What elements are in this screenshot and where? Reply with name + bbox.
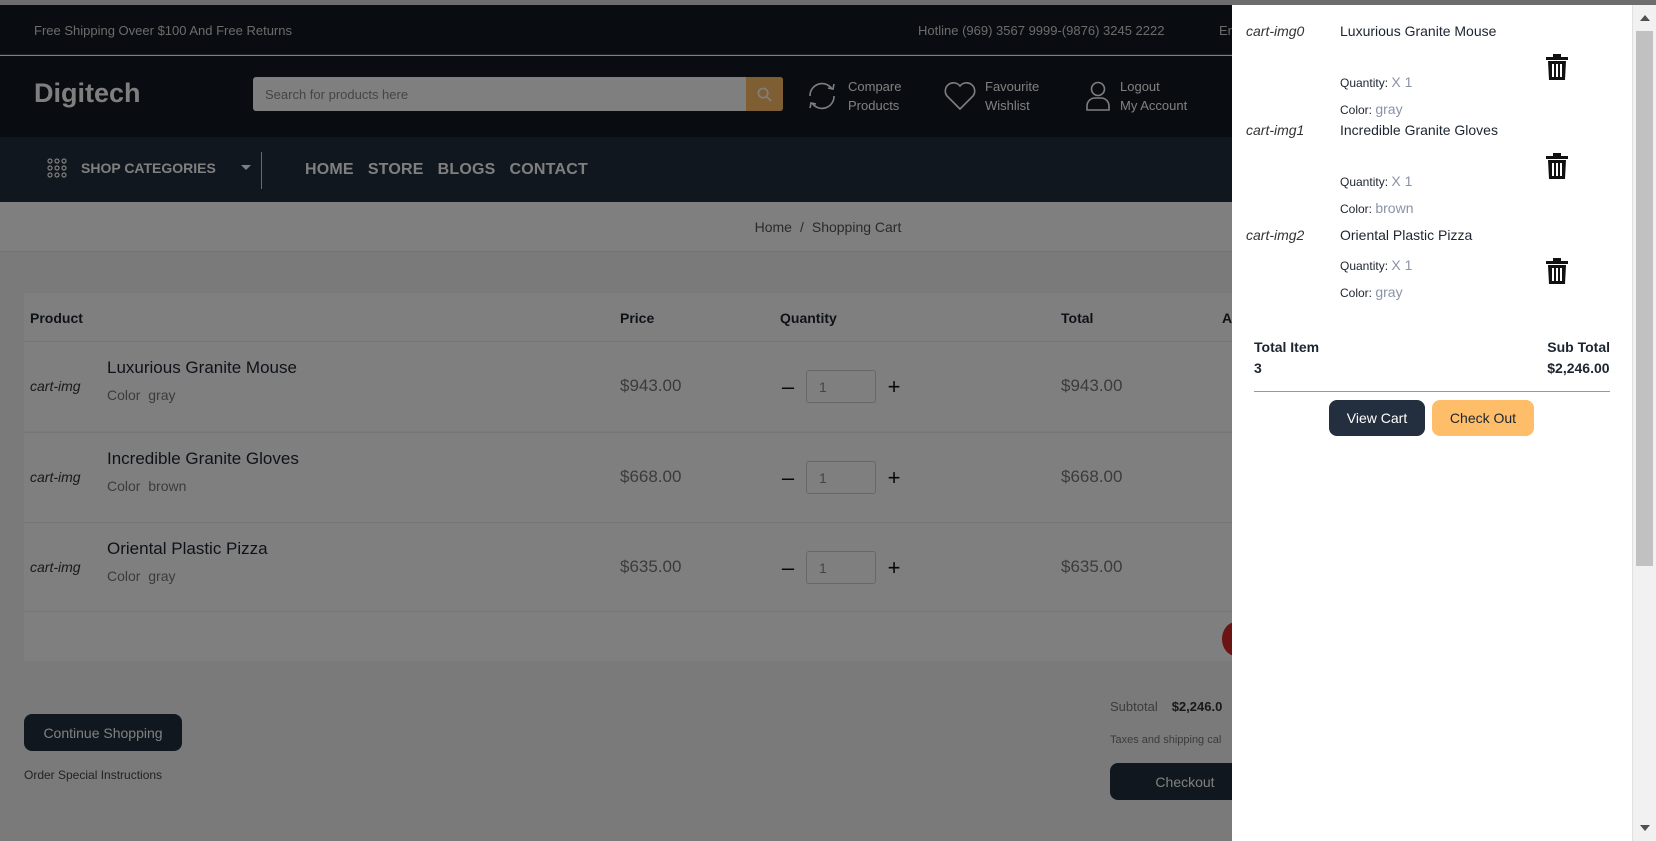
drawer-item-name[interactable]: Incredible Granite Gloves: [1340, 120, 1510, 141]
drawer-item-image: cart-img2: [1246, 227, 1305, 243]
drawer-item-quantity: Quantity: X 1: [1340, 257, 1412, 273]
modal-overlay[interactable]: [0, 5, 1232, 841]
sub-total-label: Sub Total: [1547, 339, 1610, 355]
color-value: gray: [1375, 101, 1403, 117]
sub-total-value: $2,246.00: [1547, 360, 1610, 376]
quantity-value: X 1: [1391, 257, 1413, 273]
trash-icon[interactable]: [1546, 54, 1568, 80]
drawer-item-quantity: Quantity: X 1: [1340, 173, 1412, 189]
scroll-down-arrow-icon[interactable]: [1640, 825, 1650, 831]
color-label: Color:: [1340, 103, 1373, 117]
drawer-item-image: cart-img0: [1246, 23, 1305, 39]
quantity-value: X 1: [1391, 74, 1413, 90]
quantity-label: Quantity:: [1340, 259, 1389, 273]
drawer-item-color: Color: gray: [1340, 101, 1403, 117]
color-value: brown: [1375, 200, 1414, 216]
color-label: Color:: [1340, 286, 1373, 300]
drawer-divider: [1254, 391, 1610, 392]
drawer-item-name[interactable]: Luxurious Granite Mouse: [1340, 21, 1510, 42]
color-value: gray: [1375, 284, 1403, 300]
drawer-totals: Total Item 3 Sub Total $2,246.00: [1254, 337, 1610, 379]
view-cart-button[interactable]: View Cart: [1329, 400, 1425, 436]
trash-icon[interactable]: [1546, 153, 1568, 179]
quantity-label: Quantity:: [1340, 175, 1389, 189]
color-label: Color:: [1340, 202, 1373, 216]
drawer-item-image: cart-img1: [1246, 122, 1305, 138]
scrollbar-thumb[interactable]: [1636, 31, 1653, 566]
drawer-item-quantity: Quantity: X 1: [1340, 74, 1412, 90]
sub-total-block: Sub Total $2,246.00: [1547, 337, 1610, 379]
scrollbar[interactable]: [1632, 5, 1656, 841]
drawer-item-color: Color: gray: [1340, 284, 1403, 300]
cart-drawer: cart-img0 Luxurious Granite Mouse Quanti…: [1232, 5, 1632, 841]
quantity-value: X 1: [1391, 173, 1413, 189]
quantity-label: Quantity:: [1340, 76, 1389, 90]
check-out-button[interactable]: Check Out: [1432, 400, 1534, 436]
scroll-up-arrow-icon[interactable]: [1640, 15, 1650, 21]
drawer-item-name[interactable]: Oriental Plastic Pizza: [1340, 225, 1510, 246]
trash-icon[interactable]: [1546, 258, 1568, 284]
drawer-item-color: Color: brown: [1340, 200, 1414, 216]
